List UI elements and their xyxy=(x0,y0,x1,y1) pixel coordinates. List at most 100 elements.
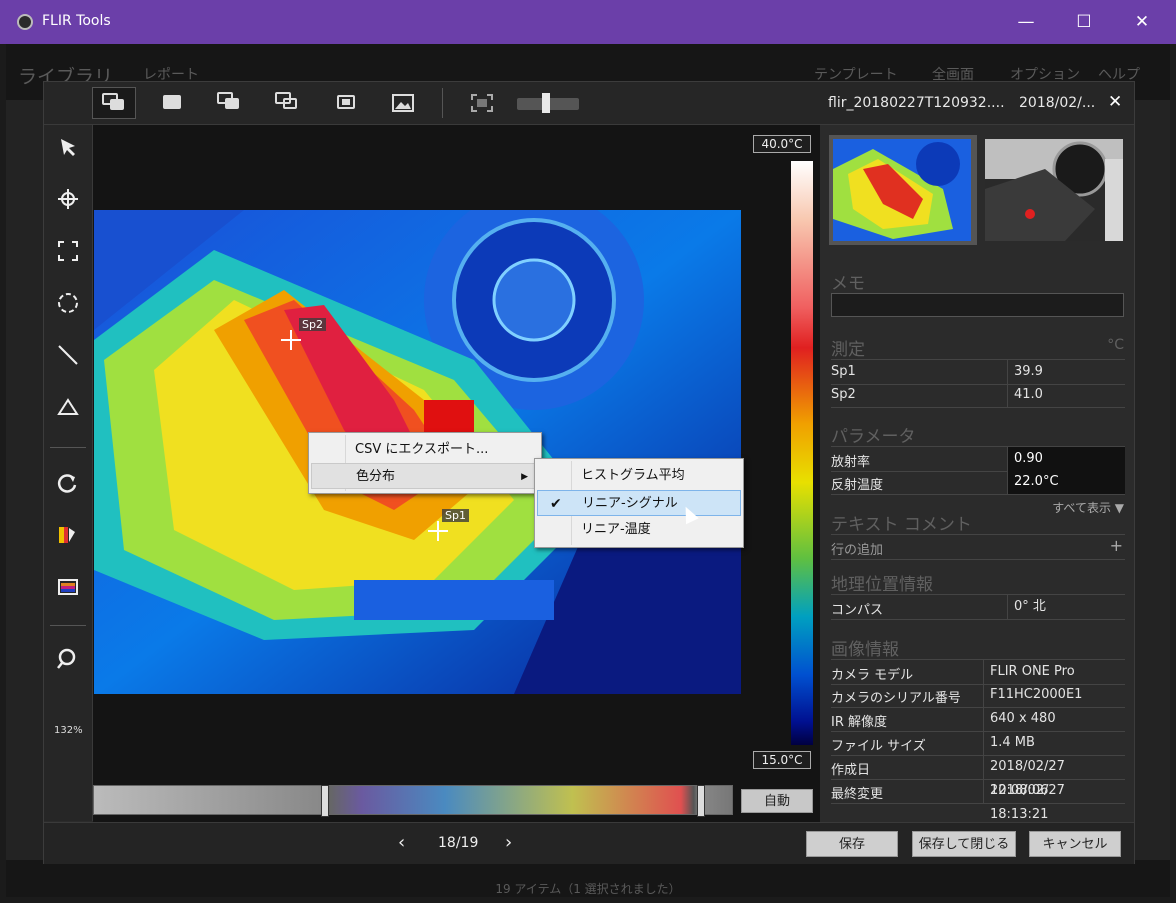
scale-max-input[interactable]: 40.0°C xyxy=(753,135,811,153)
thumbnail-ir[interactable] xyxy=(829,135,977,245)
histogram-slider[interactable] xyxy=(93,785,733,815)
thumbnail-photo-image xyxy=(985,139,1123,241)
measurement-name: Sp1 xyxy=(831,364,856,379)
measurement-row[interactable]: Sp1 39.9 xyxy=(831,359,1125,385)
properties-panel: メモ 測定 °C Sp1 39.9 Sp2 41.0 パラメータ 放射率 0.9… xyxy=(821,125,1134,822)
save-and-close-button[interactable]: 保存して閉じる xyxy=(912,831,1016,857)
blend-slider-thumb[interactable] xyxy=(542,93,550,113)
view-pip-button[interactable] xyxy=(324,87,368,119)
spot-marker-sp1[interactable] xyxy=(428,521,448,541)
measurement-value: 39.9 xyxy=(1007,360,1125,384)
submenu-item-linear-temperature[interactable]: リニア-温度 xyxy=(537,517,741,543)
context-menu: CSV にエクスポート... 色分布 ▶ xyxy=(308,432,542,494)
scale-min-input[interactable]: 15.0°C xyxy=(753,751,811,769)
circle-area-icon xyxy=(58,293,78,313)
info-row: カメラのシリアル番号 F11HC2000E1 xyxy=(831,683,1125,708)
submenu-label: リニア-温度 xyxy=(581,522,651,537)
measurement-tools: 132% xyxy=(44,125,93,821)
zoom-tool[interactable] xyxy=(50,641,86,677)
fit-image-button[interactable] xyxy=(460,87,504,119)
view-ir-button[interactable] xyxy=(92,87,136,119)
check-icon: ✔ xyxy=(550,496,562,512)
temperature-scale-bar xyxy=(791,161,813,745)
cancel-button[interactable]: キャンセル xyxy=(1029,831,1121,857)
image-info-section-title: 画像情報 xyxy=(831,640,899,660)
next-image-button[interactable]: › xyxy=(505,832,512,853)
measurement-unit: °C xyxy=(1107,337,1124,353)
export-csv-menu-item[interactable]: CSV にエクスポート... xyxy=(311,437,539,463)
toolbar-divider xyxy=(442,88,443,118)
dialog-footer: ‹ 18/19 › 保存 保存して閉じる キャンセル xyxy=(44,822,1134,864)
measurement-row[interactable]: Sp2 41.0 xyxy=(831,383,1125,408)
editor-toolbar: flir_20180227T120932.... 2018/02/... ✕ xyxy=(44,82,1134,125)
minimize-button[interactable]: — xyxy=(1006,8,1046,36)
rotate-tool[interactable] xyxy=(50,465,86,501)
submenu-item-histogram-equalization[interactable]: ヒストグラム平均 xyxy=(537,463,741,489)
submenu-item-linear-signal[interactable]: ✔ リニア-シグナル xyxy=(537,490,741,516)
memo-section-title: メモ xyxy=(831,274,865,294)
view-msx-button[interactable] xyxy=(208,87,252,119)
palette-tool[interactable] xyxy=(50,517,86,553)
delta-tool[interactable] xyxy=(50,389,86,425)
rotate-icon xyxy=(57,474,77,493)
view-image-button[interactable] xyxy=(381,87,425,119)
geo-value: 0° 北 xyxy=(1007,595,1125,619)
geo-name: コンパス xyxy=(831,603,884,618)
info-name: カメラ モデル xyxy=(831,668,914,683)
parameters-section-title: パラメータ xyxy=(831,427,916,447)
info-row: 最終変更 2018/02/27 18:13:21 xyxy=(831,779,1125,822)
select-tool[interactable] xyxy=(50,129,86,165)
measurement-section-title: 測定 xyxy=(831,340,865,360)
background-right-panel xyxy=(1135,100,1170,860)
zoom-level: 132% xyxy=(54,725,83,736)
file-name: flir_20180227T120932.... xyxy=(828,95,1005,111)
histogram-left-handle[interactable] xyxy=(321,785,329,817)
text-comment-section-title: テキスト コメント xyxy=(831,515,972,535)
info-row: カメラ モデル FLIR ONE Pro xyxy=(831,659,1125,685)
info-value: FLIR ONE Pro xyxy=(983,660,1125,684)
color-distribution-menu-item[interactable]: 色分布 ▶ xyxy=(311,463,539,489)
line-tool[interactable] xyxy=(50,337,86,373)
thumbnail-photo[interactable] xyxy=(981,135,1123,245)
window-title: FLIR Tools xyxy=(42,13,111,29)
maximize-button[interactable]: ☐ xyxy=(1064,8,1104,36)
spot-marker-sp2[interactable] xyxy=(281,330,301,350)
emissivity-input[interactable]: 0.90 xyxy=(1007,447,1125,471)
circle-tool[interactable] xyxy=(50,285,86,321)
close-window-button[interactable]: ✕ xyxy=(1122,8,1162,36)
view-photo-button[interactable] xyxy=(150,87,194,119)
info-value: 2018/02/27 12:08:06 xyxy=(983,755,1125,798)
spot-tool[interactable] xyxy=(50,181,86,217)
palette-icon xyxy=(59,527,75,543)
info-name: 作成日 xyxy=(831,763,871,778)
fit-icon xyxy=(471,94,493,112)
parameter-row: 反射温度 22.0°C xyxy=(831,470,1125,495)
save-button[interactable]: 保存 xyxy=(806,831,898,857)
info-name: IR 解像度 xyxy=(831,715,887,730)
reflected-temp-input[interactable]: 22.0°C xyxy=(1007,470,1125,494)
histogram-right-handle[interactable] xyxy=(697,785,705,817)
info-row: 作成日 2018/02/27 12:08:06 xyxy=(831,755,1125,798)
msx-view-icon-front xyxy=(225,98,239,109)
color-distribution-label: 色分布 xyxy=(356,469,396,484)
window-titlebar: FLIR Tools — ☐ ✕ xyxy=(0,0,1176,44)
spot-label-sp2[interactable]: Sp2 xyxy=(299,318,326,331)
prev-image-button[interactable]: ‹ xyxy=(398,832,405,853)
add-plus-icon[interactable]: + xyxy=(1110,536,1123,555)
info-name: 最終変更 xyxy=(831,787,884,802)
memo-input[interactable] xyxy=(831,293,1124,317)
view-blend-button[interactable] xyxy=(266,87,310,119)
image-icon xyxy=(392,94,414,112)
add-row[interactable]: 行の追加 + xyxy=(831,534,1125,560)
show-all-link[interactable]: すべて表示 ▼ xyxy=(1052,499,1124,516)
submenu-arrow-icon: ▶ xyxy=(521,472,528,482)
dialog-close-button[interactable]: ✕ xyxy=(1108,92,1122,112)
box-area-icon xyxy=(58,241,78,261)
info-value: 640 x 480 xyxy=(983,707,1125,731)
color-scale-tool[interactable] xyxy=(50,569,86,605)
auto-scale-button[interactable]: 自動 xyxy=(741,789,813,813)
info-value: 2018/02/27 18:13:21 xyxy=(983,779,1125,822)
parameter-name: 反射温度 xyxy=(831,478,884,493)
box-tool[interactable] xyxy=(50,233,86,269)
info-value: F11HC2000E1 xyxy=(983,683,1125,707)
